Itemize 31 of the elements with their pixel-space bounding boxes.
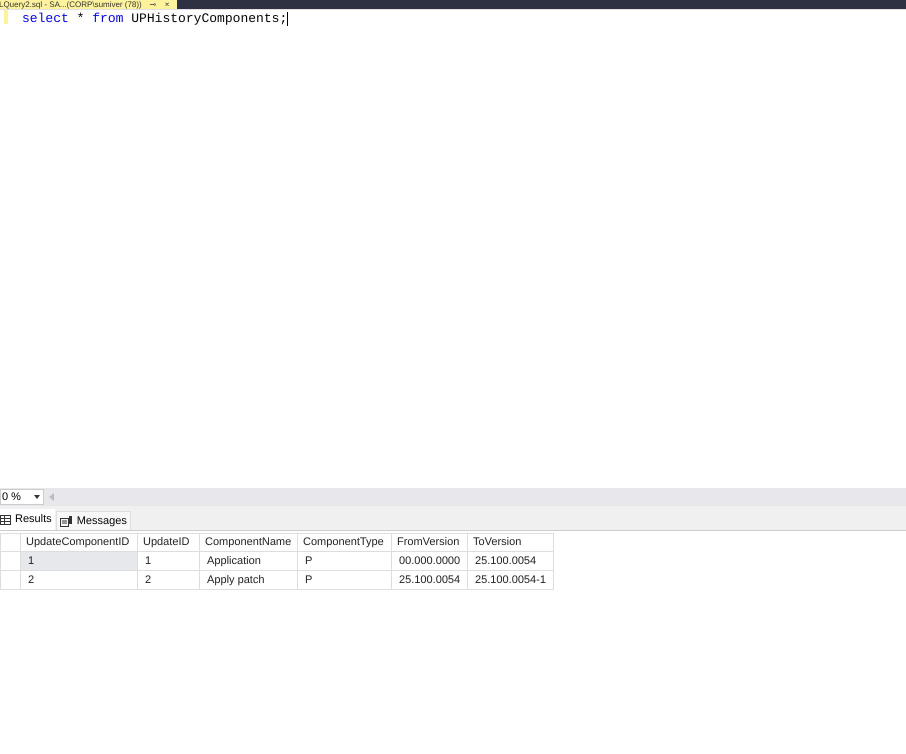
column-header[interactable]: UpdateID bbox=[138, 534, 200, 552]
table-cell: 25.100.0054 bbox=[468, 552, 554, 570]
table-cell: Apply patch bbox=[200, 570, 298, 590]
close-icon[interactable]: × bbox=[164, 1, 170, 9]
message-icon bbox=[60, 516, 73, 526]
table-cell: Application bbox=[200, 552, 298, 570]
table-cell: 25.100.0054 bbox=[392, 570, 468, 590]
column-header[interactable]: ToVersion bbox=[468, 534, 554, 552]
result-tab[interactable]: Messages bbox=[56, 511, 131, 530]
caret-icon bbox=[34, 495, 40, 499]
table-cell: 00.000.0000 bbox=[392, 552, 468, 570]
table-cell: P bbox=[298, 552, 392, 570]
scroll-left-icon[interactable] bbox=[49, 493, 54, 501]
zoom-dropdown[interactable]: 0 % bbox=[0, 489, 44, 505]
column-header[interactable]: FromVersion bbox=[392, 534, 468, 552]
table-cell: P bbox=[298, 570, 392, 590]
column-header[interactable]: UpdateComponentID bbox=[20, 534, 138, 552]
pin-icon[interactable]: ⊸ bbox=[150, 1, 157, 9]
table-cell: 2 bbox=[138, 570, 200, 590]
code-line[interactable]: select * from UPHistoryComponents; bbox=[22, 11, 288, 27]
grid-icon bbox=[0, 514, 11, 524]
table-cell: 2 bbox=[20, 570, 138, 590]
table-cell: 25.100.0054-1 bbox=[468, 570, 554, 590]
document-tab[interactable]: LQuery2.sql - SA...(CORP\sumiver (78)) ⊸ × bbox=[0, 0, 178, 9]
table-cell: 1 bbox=[138, 552, 200, 570]
table-cell: 1 bbox=[20, 552, 138, 570]
result-tab[interactable]: Results bbox=[0, 509, 55, 530]
document-title[interactable]: LQuery2.sql - SA...(CORP\sumiver (78)) bbox=[0, 1, 142, 9]
column-header[interactable]: ComponentName bbox=[200, 534, 298, 552]
change-marker bbox=[4, 10, 8, 24]
column-header[interactable]: ComponentType bbox=[298, 534, 392, 552]
